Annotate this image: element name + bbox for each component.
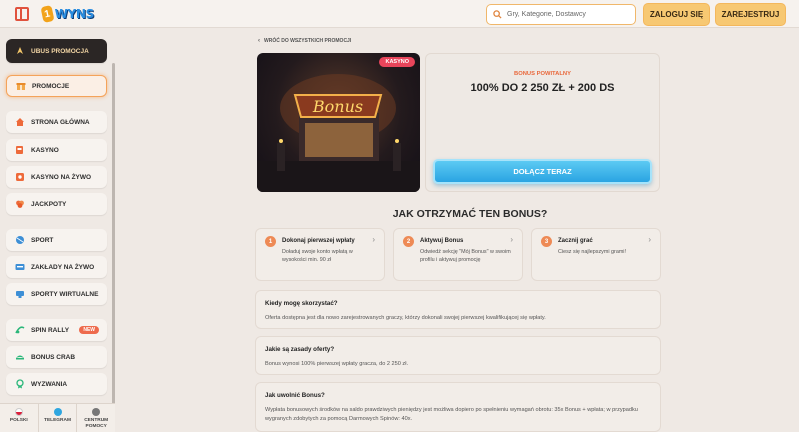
sidebar-item-label: WYZWANIA	[31, 380, 68, 388]
bonus-panel: BONUS POWITALNY 100% DO 2 250 ZŁ + 200 D…	[425, 53, 660, 192]
sidebar-item-wyzwania[interactable]: WYZWANIA	[6, 373, 107, 395]
step-number: 2	[403, 236, 414, 247]
help-label-line2: POMOCY	[85, 423, 107, 429]
sidebar: UBUS PROMOCJA PROMOCJE STRONA GŁÓWNA KAS…	[0, 29, 115, 432]
search-icon	[493, 10, 502, 19]
step-description: Odwiedź sekcję "Mój Bonus" w swoim profi…	[420, 249, 511, 263]
category-badge: KASYNO	[379, 57, 415, 67]
sidebar-toggle-icon[interactable]	[15, 7, 29, 21]
register-button[interactable]: ZAREJESTRUJ	[716, 4, 785, 25]
sidebar-item-home[interactable]: STRONA GŁÓWNA	[6, 111, 107, 133]
faq-question: Kiedy mogę skorzystać?	[265, 300, 338, 307]
logo[interactable]: 1 WYNS	[40, 4, 95, 24]
logo-badge: 1	[40, 5, 55, 23]
faq-item[interactable]: Jak uwolnić Bonus? Wypłata bonusowych śr…	[255, 382, 661, 432]
faq-answer: Bonus wynosi 100% pierwszej wpłaty gracz…	[265, 361, 409, 367]
help-center-link[interactable]: CENTRUM POMOCY	[77, 404, 115, 432]
sidebar-item-sport[interactable]: SPORT	[6, 229, 107, 251]
sidebar-item-label: SPORT	[31, 236, 54, 244]
live-casino-icon	[15, 172, 25, 182]
sidebar-item-zaklady-na-zywo[interactable]: ZAKŁADY NA ŻYWO	[6, 256, 107, 278]
step-card[interactable]: 1 Dokonaj pierwszej wpłaty Doładuj swoje…	[255, 228, 385, 281]
top-header: 1 WYNS ZALOGUJ SIĘ ZAREJESTRUJ	[0, 0, 799, 28]
login-button[interactable]: ZALOGUJ SIĘ	[644, 4, 709, 25]
help-icon	[92, 408, 101, 416]
spin-rally-icon	[15, 325, 25, 335]
bonus-crab-icon	[15, 352, 25, 362]
sidebar-item-label: ZAKŁADY NA ŻYWO	[31, 263, 95, 271]
telegram-link[interactable]: TELEGRAM	[39, 404, 78, 432]
step-number: 3	[541, 236, 552, 247]
jackpot-icon	[15, 199, 25, 209]
step-card[interactable]: 3 Zacznij grać Ciesz się najlepszymi gra…	[531, 228, 661, 281]
faq-question: Jakie są zasady oferty?	[265, 346, 335, 353]
sport-icon	[15, 235, 25, 245]
back-link-label: WRÓĆ DO WSZYSTKICH PROMOCJI	[264, 38, 352, 44]
search-input[interactable]	[507, 11, 627, 18]
faq-question: Jak uwolnić Bonus?	[265, 392, 325, 399]
sidebar-item-spin-rally[interactable]: SPIN RALLY NEW	[6, 319, 107, 341]
language-label: POLSKI	[9, 418, 28, 423]
sidebar-item-label: JACKPOTY	[31, 200, 67, 208]
bonus-title: 100% DO 2 250 ZŁ + 200 DS	[470, 82, 615, 94]
chevron-right-icon: ›	[648, 235, 651, 244]
logo-text: WYNS	[54, 7, 95, 21]
search-box[interactable]	[486, 4, 636, 25]
sidebar-item-label: SPIN RALLY	[31, 326, 70, 334]
how-to-get-bonus-title: JAK OTRZYMAĆ TEN BONUS?	[392, 208, 548, 220]
virtual-sport-icon	[15, 289, 25, 299]
faq-answer: Wypłata bonusowych środków na saldo praw…	[265, 407, 638, 422]
step-card[interactable]: 2 Aktywuj Bonus Odwiedź sekcję "Mój Bonu…	[393, 228, 523, 281]
polish-flag-icon	[14, 408, 23, 416]
sidebar-item-label: PROMOCJE	[32, 82, 70, 90]
sidebar-item-promo-bonus[interactable]: UBUS PROMOCJA	[6, 39, 107, 63]
step-description: Ciesz się najlepszymi grami!	[558, 249, 627, 255]
sidebar-item-kasyno-na-zywo[interactable]: KASYNO NA ŻYWO	[6, 166, 107, 188]
bonus-label: BONUS POWITALNY	[514, 71, 571, 77]
step-title: Zacznij grać	[558, 238, 593, 244]
svg-text:Bonus: Bonus	[312, 97, 363, 116]
back-to-promotions-link[interactable]: ‹ WRÓĆ DO WSZYSTKICH PROMOCJI	[258, 38, 351, 44]
join-now-button[interactable]: DOŁĄCZ TERAZ	[433, 159, 652, 184]
sidebar-item-label: BONUS CRAB	[31, 353, 76, 361]
step-description: Doładuj swoje konto wpłatą w wysokości m…	[282, 249, 353, 263]
gift-icon	[16, 81, 26, 91]
faq-item[interactable]: Kiedy mogę skorzystać? Oferta dostępna j…	[255, 290, 661, 329]
sidebar-item-jackpoty[interactable]: JACKPOTY	[6, 193, 107, 215]
sidebar-item-sporty-wirtualne[interactable]: SPORTY WIRTUALNE	[6, 283, 107, 305]
live-bet-icon	[15, 262, 25, 272]
step-title: Aktywuj Bonus	[420, 238, 464, 244]
challenge-icon	[15, 379, 25, 389]
sidebar-item-label: KASYNO NA ŻYWO	[31, 173, 92, 181]
sidebar-item-label: SPORTY WIRTUALNE	[31, 290, 99, 298]
sidebar-item-label: UBUS PROMOCJA	[31, 47, 89, 55]
faq-answer: Oferta dostępna jest dla nowo zarejestro…	[265, 315, 546, 321]
new-badge: NEW	[79, 326, 99, 334]
step-title: Dokonaj pierwszej wpłaty	[282, 238, 355, 244]
telegram-icon	[53, 408, 62, 416]
bonus-steps: 1 Dokonaj pierwszej wpłaty Doładuj swoje…	[255, 228, 661, 281]
language-selector[interactable]: POLSKI	[0, 404, 39, 432]
sidebar-item-kasyno[interactable]: KASYNO	[6, 139, 107, 161]
slot-icon	[15, 145, 25, 155]
sidebar-item-bonus-crab[interactable]: BONUS CRAB	[6, 346, 107, 368]
sidebar-item-label: KASYNO	[31, 146, 59, 154]
rocket-icon	[15, 46, 25, 56]
casino-bonus-illustration: Bonus	[257, 74, 420, 192]
chevron-left-icon: ‹	[258, 38, 260, 44]
promo-hero-image: Bonus KASYNO	[257, 53, 420, 192]
chevron-right-icon: ›	[510, 235, 513, 244]
step-number: 1	[265, 236, 276, 247]
faq-item[interactable]: Jakie są zasady oferty? Bonus wynosi 100…	[255, 336, 661, 375]
sidebar-footer: POLSKI TELEGRAM CENTRUM POMOCY	[0, 403, 115, 432]
sidebar-item-promocje[interactable]: PROMOCJE	[6, 75, 107, 97]
sidebar-item-label: STRONA GŁÓWNA	[31, 118, 90, 126]
telegram-label: TELEGRAM	[44, 418, 71, 423]
home-icon	[15, 117, 25, 127]
chevron-right-icon: ›	[372, 235, 375, 244]
main-content: ‹ WRÓĆ DO WSZYSTKICH PROMOCJI Bonus KASY…	[115, 29, 799, 432]
